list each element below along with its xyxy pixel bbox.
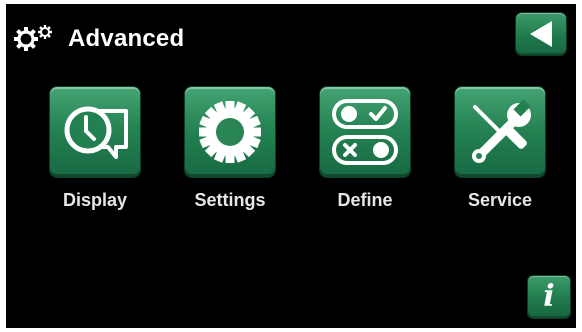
service-button[interactable] [455,87,545,177]
info-icon: i [543,279,555,314]
back-arrow-icon [530,21,552,47]
back-button[interactable] [516,13,566,55]
define-button[interactable] [320,87,410,177]
gears-icon [14,25,52,51]
display-label: Display [62,190,128,210]
tools-icon [472,99,531,163]
display-button[interactable] [50,87,140,177]
page-title: Advanced [68,25,185,52]
clock-display-icon [64,106,128,159]
service-label: Service [467,190,533,210]
info-button[interactable]: i [528,276,570,318]
gear-icon [199,101,261,163]
toggle-switches-icon [332,99,398,165]
settings-button[interactable] [185,87,275,177]
screen: Advanced Display Settings Define Service… [6,4,576,328]
define-label: Define [337,190,393,210]
settings-label: Settings [194,190,266,210]
